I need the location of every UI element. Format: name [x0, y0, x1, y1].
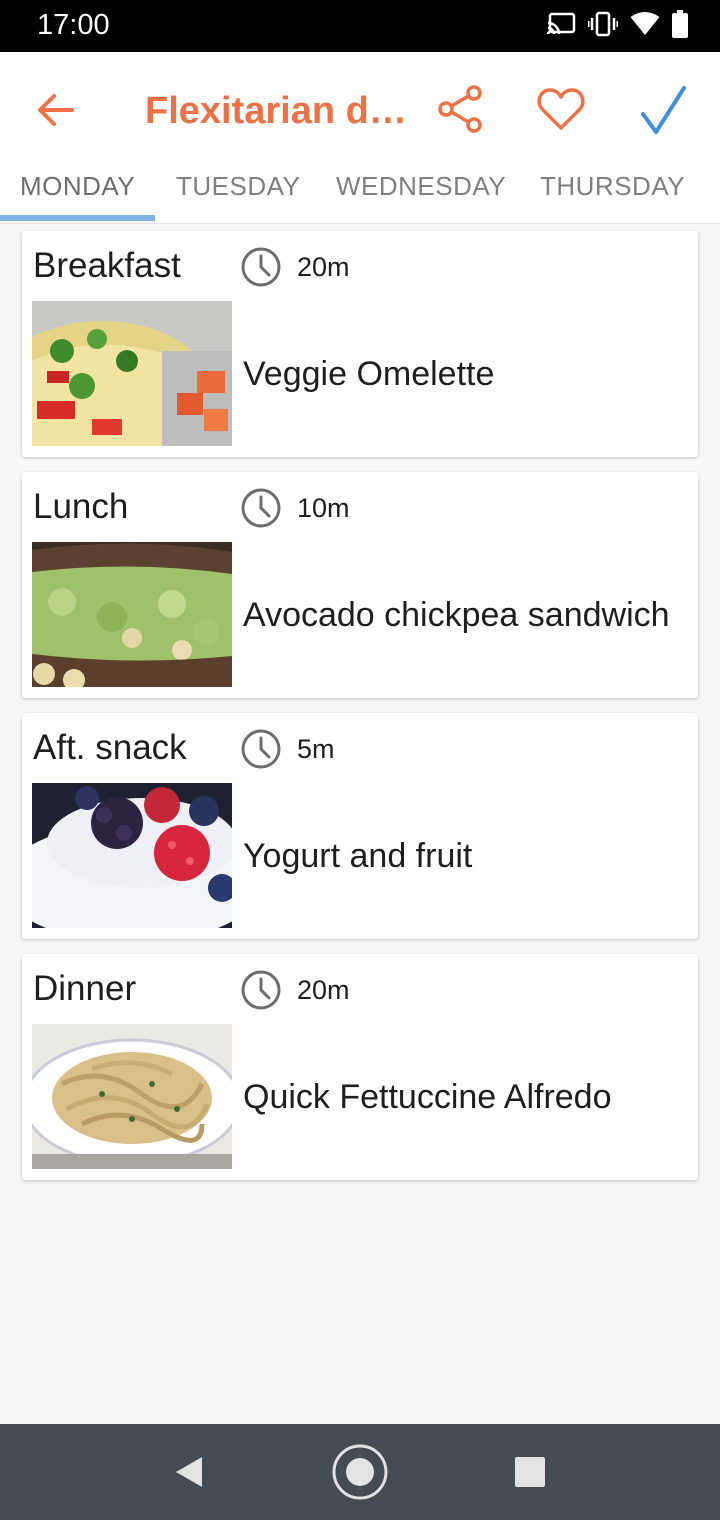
day-tabs: MONDAY TUESDAY WEDNESDAY THURSDAY [0, 165, 720, 223]
recipe-name: Quick Fettuccine Alfredo [243, 1077, 612, 1116]
back-triangle-icon [176, 1457, 202, 1487]
tab-monday[interactable]: MONDAY [20, 171, 135, 202]
meal-card-dinner[interactable]: Dinner 20m Quick Fettuccine Alfredo [22, 954, 698, 1180]
clock-icon [241, 247, 281, 287]
tab-thursday[interactable]: THURSDAY [540, 171, 685, 202]
status-time: 17:00 [37, 9, 110, 41]
navigation-bar [0, 1424, 720, 1520]
meal-type-label: Breakfast [33, 246, 181, 285]
nav-recents-button[interactable] [500, 1442, 560, 1502]
meal-card-afternoon-snack[interactable]: Aft. snack 5m Yogurt and fruit [22, 713, 698, 939]
vibrate-icon [588, 11, 618, 37]
sandwich-photo [32, 542, 232, 687]
status-bar: 17:00 [0, 0, 720, 52]
prep-time: 20m [297, 975, 350, 1005]
status-icons [546, 10, 688, 38]
recipe-name: Yogurt and fruit [243, 836, 473, 875]
page-title: Flexitarian di… [145, 90, 407, 132]
clock-icon [241, 970, 281, 1010]
recipe-name: Avocado chickpea sandwich [243, 595, 670, 634]
favorite-button[interactable] [536, 84, 586, 134]
pasta-photo [32, 1024, 232, 1169]
nav-home-button[interactable] [330, 1442, 390, 1502]
nav-back-button[interactable] [158, 1442, 218, 1502]
arrow-left-icon [38, 94, 74, 126]
confirm-button[interactable] [638, 84, 688, 134]
clock-icon [241, 488, 281, 528]
omelette-photo [32, 301, 232, 446]
check-icon [641, 86, 686, 134]
meal-type-label: Aft. snack [33, 728, 187, 767]
back-button[interactable] [34, 88, 78, 132]
prep-time: 20m [297, 252, 350, 282]
wifi-icon [630, 12, 660, 35]
heart-icon [537, 88, 585, 130]
recipe-name: Veggie Omelette [243, 354, 495, 393]
meal-card-breakfast[interactable]: Breakfast 20m Veggie Omelette [22, 231, 698, 457]
clock-icon [241, 729, 281, 769]
prep-time: 10m [297, 493, 350, 523]
tab-wednesday[interactable]: WEDNESDAY [336, 171, 506, 202]
app-bar: Flexitarian di… MONDAY TUESDAY WEDNESDAY… [0, 52, 720, 224]
battery-icon [672, 10, 688, 38]
meal-card-lunch[interactable]: Lunch 10m Avocado chickpea sandwich [22, 472, 698, 698]
recents-square-icon [515, 1457, 545, 1487]
share-button[interactable] [436, 84, 486, 134]
share-icon [438, 85, 482, 133]
cast-icon [546, 12, 576, 35]
home-circle-icon [332, 1444, 388, 1500]
tab-indicator [0, 215, 155, 221]
meal-type-label: Lunch [33, 487, 129, 526]
tab-tuesday[interactable]: TUESDAY [176, 171, 300, 202]
yogurt-photo [32, 783, 232, 928]
meal-type-label: Dinner [33, 969, 137, 1008]
prep-time: 5m [297, 734, 335, 764]
